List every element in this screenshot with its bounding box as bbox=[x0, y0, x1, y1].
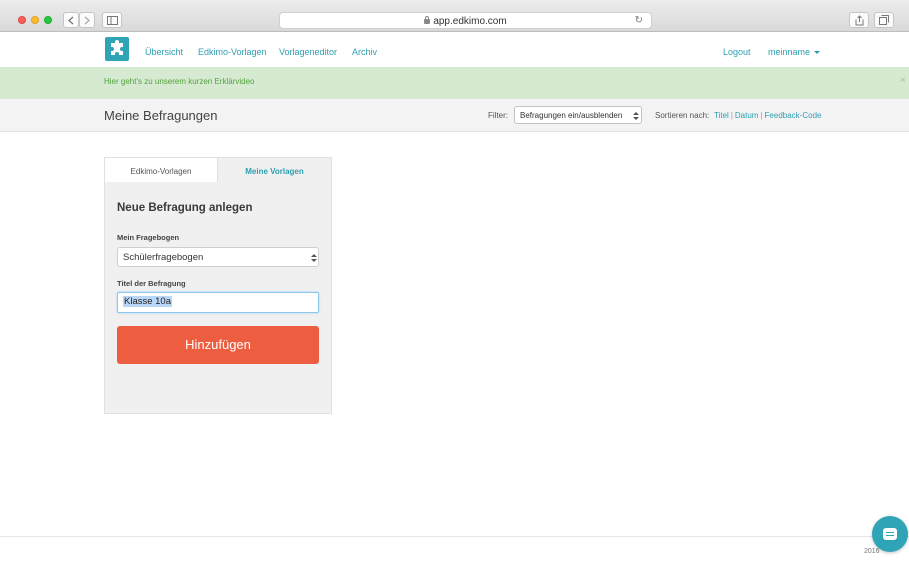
sort-separator: | bbox=[760, 111, 763, 120]
banner-close-icon[interactable]: × bbox=[900, 75, 906, 86]
tab-my-templates[interactable]: Meine Vorlagen bbox=[218, 157, 332, 182]
sort-by-feedback-code-link[interactable]: Feedback-Code bbox=[765, 111, 822, 120]
footer-copyright-year: 2016 bbox=[864, 548, 880, 555]
reload-icon[interactable]: ↻ bbox=[635, 15, 643, 26]
chat-bubble-icon bbox=[883, 528, 897, 540]
caret-down-icon bbox=[814, 51, 821, 54]
sidebar-icon bbox=[106, 15, 118, 25]
puzzle-icon bbox=[111, 40, 123, 55]
user-menu[interactable]: meinname bbox=[768, 47, 821, 57]
logout-link[interactable]: Logout bbox=[723, 47, 751, 57]
edkimo-puzzle-logo-icon[interactable] bbox=[105, 37, 129, 61]
browser-back-button[interactable] bbox=[63, 12, 79, 28]
tabs-overview-button[interactable] bbox=[874, 12, 894, 28]
tabs-icon bbox=[879, 15, 889, 25]
questionnaire-label: Mein Fragebogen bbox=[117, 233, 180, 242]
select-arrows-icon bbox=[311, 254, 317, 262]
filter-select-value: Befragungen ein/ausblenden bbox=[520, 111, 623, 120]
chevron-right-icon bbox=[84, 16, 90, 24]
filter-label: Filter: bbox=[488, 111, 508, 120]
questionnaire-select-value: Schülerfragebogen bbox=[123, 252, 204, 263]
footer-divider bbox=[0, 536, 909, 537]
explainer-video-link[interactable]: Hier geht's zu unserem kurzen Erklärvide… bbox=[104, 77, 254, 86]
nav-item-archive[interactable]: Archiv bbox=[352, 47, 377, 57]
panel-title: Neue Befragung anlegen bbox=[117, 202, 253, 214]
sort-by-title-link[interactable]: Titel bbox=[714, 111, 729, 120]
nav-item-edkimo-templates[interactable]: Edkimo-Vorlagen bbox=[198, 47, 267, 57]
share-icon bbox=[855, 14, 863, 25]
sort-by-date-link[interactable]: Datum bbox=[735, 111, 759, 120]
browser-forward-button[interactable] bbox=[79, 12, 95, 28]
window-close-icon[interactable] bbox=[18, 16, 26, 24]
window-minimize-icon[interactable] bbox=[31, 16, 39, 24]
share-button[interactable] bbox=[849, 12, 869, 28]
chevron-left-icon bbox=[68, 16, 74, 24]
survey-title-input-value: Klasse 10a bbox=[123, 296, 173, 307]
add-survey-button[interactable]: Hinzufügen bbox=[117, 326, 319, 364]
lock-icon bbox=[424, 16, 431, 24]
sort-separator: | bbox=[730, 111, 733, 120]
nav-item-template-editor[interactable]: Vorlageneditor bbox=[279, 47, 337, 57]
sort-options: Titel | Datum | Feedback-Code bbox=[714, 111, 821, 120]
url-text: app.edkimo.com bbox=[433, 16, 507, 27]
select-arrows-icon bbox=[633, 112, 639, 120]
sidebar-toggle-button[interactable] bbox=[102, 12, 122, 28]
page-title: Meine Befragungen bbox=[104, 108, 218, 123]
survey-title-label: Titel der Befragung bbox=[117, 279, 186, 288]
address-bar[interactable]: app.edkimo.com ↻ bbox=[279, 12, 652, 29]
window-zoom-icon[interactable] bbox=[44, 16, 52, 24]
tab-edkimo-templates[interactable]: Edkimo-Vorlagen bbox=[104, 157, 218, 182]
sort-label: Sortieren nach: bbox=[655, 111, 710, 120]
username: meinname bbox=[768, 47, 811, 57]
nav-item-overview[interactable]: Übersicht bbox=[145, 47, 183, 57]
